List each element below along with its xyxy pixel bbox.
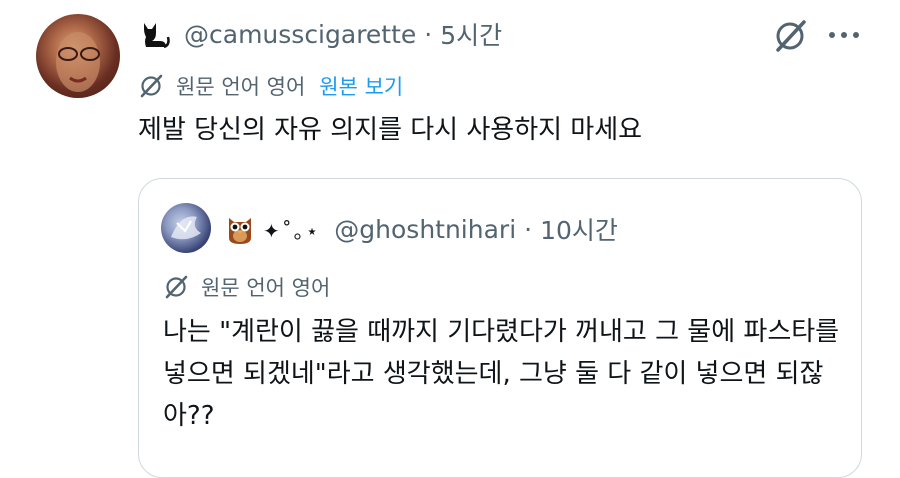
quote-tweet-card[interactable]: ✦˚｡⋆ @ghoshtnihari · 10시간 원문 언어 영어 나는 "계… bbox=[138, 178, 862, 478]
avatar[interactable] bbox=[161, 203, 211, 253]
separator: · bbox=[424, 19, 433, 49]
quote-text: 나는 "계란이 끓을 때까지 기다렸다가 꺼내고 그 물에 파스타를 넣으면 되… bbox=[163, 317, 840, 431]
quote-translation-label: 원문 언어 영어 bbox=[201, 276, 331, 300]
slash-circle-icon bbox=[140, 74, 163, 98]
tweet-text: 제발 당신의 자유 의지를 다시 사용하지 마세요 bbox=[138, 115, 643, 145]
avatar[interactable] bbox=[36, 14, 120, 98]
quote-timestamp[interactable]: 10시간 bbox=[540, 211, 618, 247]
owl-icon bbox=[229, 218, 251, 244]
translation-label: 원문 언어 영어 bbox=[176, 75, 306, 99]
tweet-header: @camusscigarette · 5시간 bbox=[138, 12, 502, 56]
translation-row: 원문 언어 영어 원본 보기 bbox=[138, 68, 403, 104]
quote-handle[interactable]: @ghoshtnihari bbox=[334, 215, 516, 244]
cat-icon bbox=[144, 23, 170, 49]
quote-header: ✦˚｡⋆ @ghoshtnihari · 10시간 bbox=[225, 209, 618, 249]
view-original-link[interactable]: 원본 보기 bbox=[319, 71, 403, 101]
slash-circle-icon bbox=[165, 275, 188, 299]
slash-circle-icon[interactable] bbox=[772, 18, 808, 54]
quote-display-name[interactable]: ✦˚｡⋆ bbox=[263, 215, 320, 244]
timestamp[interactable]: 5시간 bbox=[440, 16, 502, 52]
author-handle[interactable]: @camusscigarette bbox=[184, 20, 416, 49]
separator: · bbox=[524, 214, 533, 244]
quote-translation-row: 원문 언어 영어 bbox=[163, 269, 330, 305]
more-icon[interactable] bbox=[824, 20, 864, 50]
